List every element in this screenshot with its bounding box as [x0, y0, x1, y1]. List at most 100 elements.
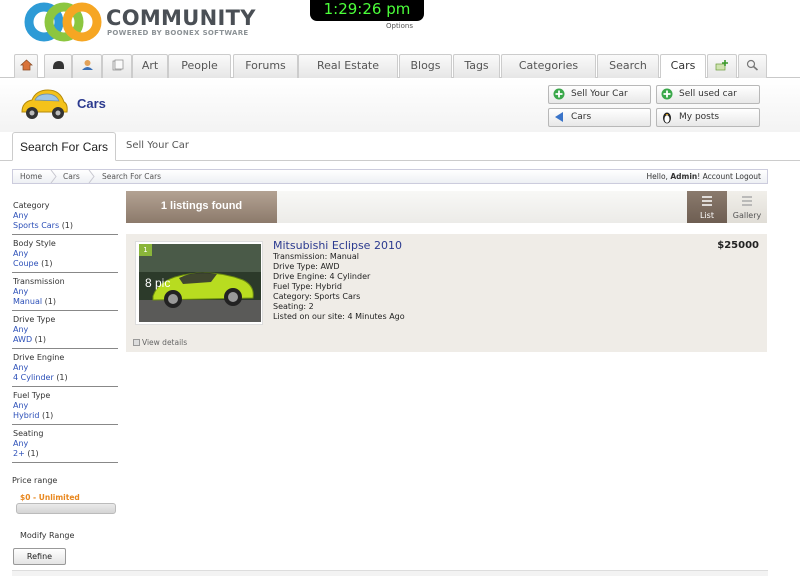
my-posts-button[interactable]: My posts — [656, 108, 760, 127]
filter-count: (1) — [41, 259, 53, 268]
tab-tags[interactable]: Tags — [453, 54, 500, 78]
filter-value-link[interactable]: Sports Cars — [13, 221, 59, 230]
main-nav: Art People Forums Real Estate Blogs Tags… — [0, 51, 800, 79]
tab-profile[interactable] — [72, 54, 102, 78]
tab-home[interactable] — [14, 54, 38, 78]
chevron-right-icon — [50, 170, 57, 183]
tab-helmet[interactable] — [44, 54, 72, 78]
filter-label: Drive Type — [13, 315, 56, 324]
filter-any-link[interactable]: Any — [13, 401, 28, 410]
tab-cars[interactable]: Cars — [660, 54, 706, 79]
filter-any-link[interactable]: Any — [13, 211, 28, 220]
search-icon — [746, 59, 759, 71]
filter-transmission: Transmission Any Manual (1) — [12, 273, 118, 311]
tab-forums[interactable]: Forums — [233, 54, 298, 78]
filter-sidebar: Category Any Sports Cars (1) Body Style … — [12, 197, 118, 463]
sell-used-car-button[interactable]: Sell used car — [656, 85, 760, 104]
button-label: My posts — [679, 112, 720, 122]
filter-any-link[interactable]: Any — [13, 439, 28, 448]
breadcrumb-current: Search For Cars — [102, 172, 162, 181]
logo-rings-icon — [24, 2, 102, 42]
price-range-label: Price range — [12, 476, 58, 485]
refine-button[interactable]: Refine — [13, 548, 66, 565]
filter-count: (1) — [44, 297, 56, 306]
filter-value-link[interactable]: Manual — [13, 297, 42, 306]
logo-subtitle: POWERED BY BOONEX SOFTWARE — [107, 29, 249, 37]
filter-any-link[interactable]: Any — [13, 249, 28, 258]
tab-add-member[interactable] — [707, 54, 737, 78]
filter-any-link[interactable]: Any — [13, 325, 28, 334]
tab-people[interactable]: People — [168, 54, 231, 78]
tab-real-estate[interactable]: Real Estate — [298, 54, 398, 78]
tab-blogs[interactable]: Blogs — [399, 54, 452, 78]
detail-line: Fuel Type: Hybrid — [273, 282, 342, 291]
results-count: 1 listings found — [126, 191, 277, 223]
filter-count: (1) — [34, 335, 46, 344]
tab-label: Search — [609, 59, 647, 72]
filter-value-link[interactable]: Coupe — [13, 259, 39, 268]
tab-art[interactable]: Art — [132, 54, 168, 78]
view-details-label: View details — [142, 338, 188, 347]
filter-drive-type: Drive Type Any AWD (1) — [12, 311, 118, 349]
price-range-slider[interactable] — [16, 503, 116, 514]
filter-count: (1) — [61, 221, 74, 230]
price-range-value: $0 - Unlimited — [20, 493, 80, 502]
modify-range-label: Modify Range — [20, 531, 75, 540]
breadcrumb-home[interactable]: Home — [20, 170, 42, 183]
car-photo[interactable]: 1 8 pic — [139, 244, 261, 322]
clock: 1:29:26 pm — [310, 0, 424, 21]
cars-back-button[interactable]: Cars — [548, 108, 651, 127]
user-icon — [81, 60, 93, 70]
tab-pages[interactable] — [102, 54, 132, 78]
tab-label: Categories — [518, 59, 579, 72]
filter-count: (1) — [41, 411, 54, 420]
view-list-button[interactable]: List — [687, 191, 727, 223]
listing-price: $25000 — [717, 240, 759, 251]
tab-search-icon[interactable] — [738, 54, 767, 78]
tab-label: People — [181, 59, 218, 72]
username[interactable]: Admin — [670, 172, 697, 181]
filter-value-link[interactable]: Hybrid — [13, 411, 39, 420]
filter-any-link[interactable]: Any — [13, 363, 28, 372]
site-logo[interactable]: COMMUNITY POWERED BY BOONEX SOFTWARE — [24, 0, 264, 44]
account-link[interactable]: Account — [703, 172, 733, 181]
button-label: Sell Your Car — [571, 89, 628, 99]
filter-body-style: Body Style Any Coupe (1) — [12, 235, 118, 273]
listing-thumbnail[interactable]: 1 8 pic — [135, 241, 263, 325]
gallery-view-icon — [742, 196, 752, 206]
filter-category: Category Any Sports Cars (1) — [12, 197, 118, 235]
tab-sell-your-car[interactable]: Sell Your Car — [119, 132, 196, 161]
tab-label: Real Estate — [316, 59, 380, 72]
view-gallery-label: Gallery — [732, 211, 762, 220]
logo-title: COMMUNITY — [106, 6, 256, 30]
listing-title-link[interactable]: Mitsubishi Eclipse 2010 — [273, 239, 402, 252]
filter-label: Body Style — [13, 239, 56, 248]
filter-value-link[interactable]: 4 Cylinder — [13, 373, 54, 382]
logout-link[interactable]: Logout — [735, 172, 761, 181]
car-icon — [21, 89, 68, 119]
photo-count: 8 pic — [145, 276, 171, 290]
filter-label: Category — [13, 201, 50, 210]
listing-number-badge: 1 — [139, 244, 152, 256]
clock-options-link[interactable]: Options — [386, 22, 413, 30]
view-details-link[interactable]: View details — [133, 338, 187, 347]
view-gallery-button[interactable]: Gallery — [727, 191, 767, 223]
filter-any-link[interactable]: Any — [13, 287, 28, 296]
listing-card: 1 8 pic Mitsubishi Eclipse 2010 $25000 T… — [126, 234, 767, 352]
filter-value-link[interactable]: 2+ — [13, 449, 25, 458]
chevron-right-icon — [88, 170, 95, 183]
breadcrumb-cars[interactable]: Cars — [63, 170, 80, 183]
sell-your-car-button[interactable]: Sell Your Car — [548, 85, 651, 104]
filter-value-link[interactable]: AWD — [13, 335, 32, 344]
tab-label: Blogs — [410, 59, 441, 72]
add-member-icon — [715, 60, 728, 71]
back-arrow-icon — [555, 112, 563, 122]
tab-label: Tags — [464, 59, 489, 72]
tab-search[interactable]: Search — [597, 54, 659, 78]
tab-categories[interactable]: Categories — [501, 54, 596, 78]
button-label: Sell used car — [679, 89, 737, 99]
filter-count: (1) — [27, 449, 39, 458]
user-greeting: Hello, Admin! Account Logout — [646, 172, 761, 181]
tab-search-for-cars[interactable]: Search For Cars — [12, 132, 117, 161]
filter-seating: Seating Any 2+ (1) — [12, 425, 118, 463]
